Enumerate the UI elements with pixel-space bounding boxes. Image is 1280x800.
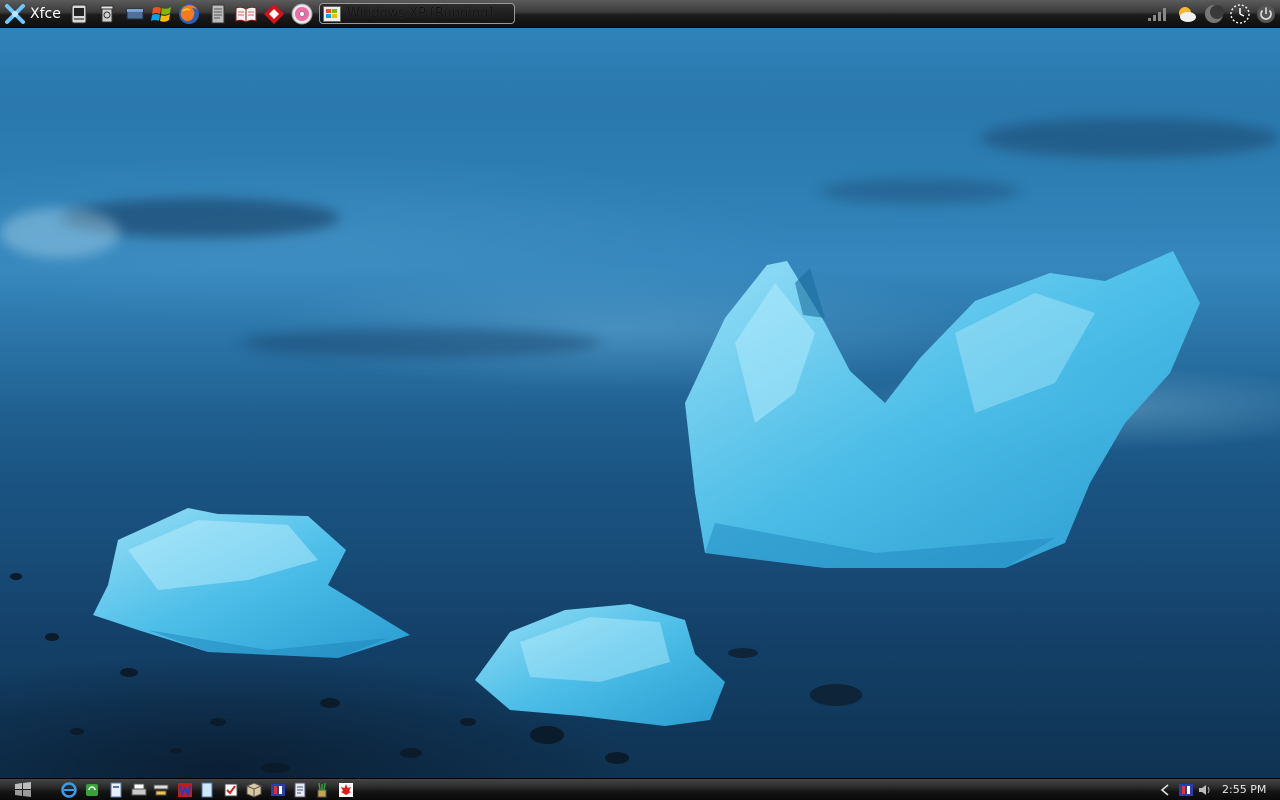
left-ice-block [93,508,410,658]
taskbar-window-title: Windows XP [Running]... [347,6,506,21]
xfce-logo-icon [5,4,25,24]
pebble [170,748,182,754]
quicklaunch-document[interactable] [292,782,308,798]
desktop-wallpaper[interactable] [0,28,1280,778]
tray-volume[interactable] [1197,782,1213,798]
volume-icon [1199,785,1210,795]
bottom-panel: 2:55 PM [0,778,1280,800]
editor-launcher[interactable] [207,3,229,25]
pebble [45,633,59,641]
top-panel: Xfce Windows XP [Running]... [0,0,1280,28]
weather-icon [1179,7,1196,22]
dictionary-icon [235,6,257,23]
quicklaunch-documents[interactable] [108,782,124,798]
wave-shadow [820,178,1020,204]
documents-icon [110,782,122,798]
pebble [70,728,84,735]
wave-shadow [240,328,600,358]
terminal-launcher[interactable] [68,3,90,25]
show-desktop-icon [126,8,144,20]
trash-launcher[interactable] [96,3,118,25]
analog-clock-icon [1230,4,1250,24]
weather-indicator[interactable] [1175,3,1197,25]
quicklaunch-notepad[interactable] [199,782,215,798]
firefox-launcher[interactable] [178,3,200,25]
wave-shadow [980,118,1280,158]
checklist-icon [224,783,238,797]
pebble [210,718,226,726]
word-icon [178,783,192,797]
tray-expand-button[interactable] [1157,782,1173,798]
show-desktop-launcher[interactable] [124,3,146,25]
quicklaunch-media[interactable] [270,782,286,798]
quicklaunch-printer[interactable] [131,782,147,798]
pebble [605,752,629,764]
text-editor-icon [211,4,225,24]
windows-flag-icon [151,7,171,22]
pebble [400,748,422,758]
pebble [320,698,340,708]
quicklaunch-package[interactable] [246,782,262,798]
night-mode-indicator[interactable] [1203,3,1225,25]
wave-foam [0,208,120,258]
power-button[interactable] [1255,3,1277,25]
bottom-ice-block [475,604,725,726]
chevron-left-icon [1160,784,1169,796]
tray-media-player[interactable] [1178,782,1194,798]
quicklaunch-recycle[interactable] [84,782,100,798]
taskbar-clock[interactable]: 2:55 PM [1222,782,1266,798]
pebble [728,648,758,658]
network-icon [153,784,169,796]
diamond-launcher[interactable] [263,3,285,25]
power-icon [1257,5,1275,23]
quicklaunch-maple-leaf[interactable] [338,782,354,798]
cd-burner-icon [291,3,313,25]
virtualbox-windows-icon [323,5,341,22]
pebble [120,668,138,677]
applications-menu-button[interactable]: Xfce [4,3,61,25]
network-signal-indicator[interactable] [1146,3,1168,25]
media-player-icon [1179,784,1193,796]
quicklaunch-checklist[interactable] [223,782,239,798]
large-ice-block [685,251,1200,568]
diamond-app-icon [264,4,284,24]
firefox-icon [179,4,199,24]
moon-icon [1205,5,1224,23]
clock-indicator[interactable] [1229,3,1251,25]
recycle-icon [86,784,98,796]
internet-explorer-icon [61,782,77,798]
pebble [10,573,22,580]
windows-start-icon [15,782,31,797]
applications-menu-label: Xfce [30,6,61,22]
notepad-icon [201,782,213,798]
pencil-cup-icon [317,782,327,798]
dictionary-launcher[interactable] [235,3,257,25]
quicklaunch-internet-explorer[interactable] [61,782,77,798]
maple-leaf-icon [339,783,353,797]
pebble [260,763,290,773]
package-icon [246,782,262,798]
quicklaunch-word[interactable] [177,782,193,798]
media-icon [271,784,285,796]
printer-icon [131,783,147,796]
recycle-bin-icon [100,5,114,23]
quicklaunch-pencil-cup[interactable] [314,782,330,798]
pebble [810,684,862,706]
quicklaunch-network[interactable] [153,782,169,798]
document-icon [294,782,306,798]
start-button[interactable] [14,781,32,799]
pebble [460,718,476,726]
signal-strength-icon [1148,8,1166,21]
windows-launcher[interactable] [151,3,173,25]
cd-burner-launcher[interactable] [291,3,313,25]
pebble [530,726,564,744]
taskbar-window-button[interactable]: Windows XP [Running]... [319,3,515,24]
terminal-icon [71,4,87,24]
